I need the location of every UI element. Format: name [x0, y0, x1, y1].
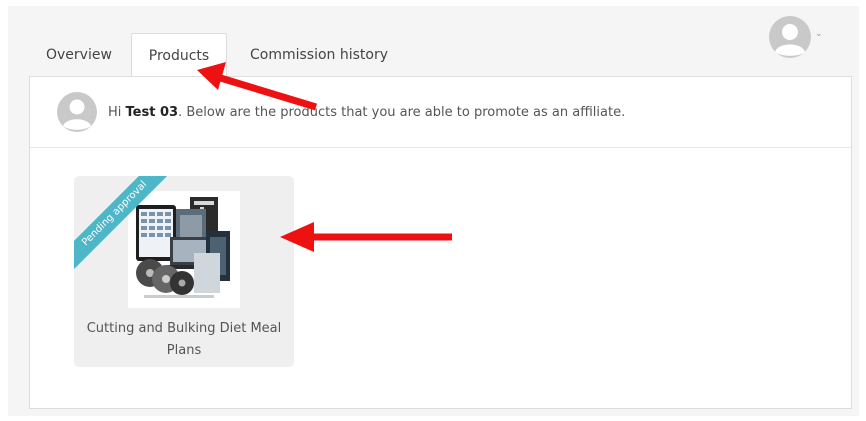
- account-menu[interactable]: ⌄: [768, 15, 823, 63]
- welcome-banner: Hi Test 03. Below are the products that …: [30, 77, 851, 148]
- tab-overview[interactable]: Overview: [29, 33, 131, 77]
- products-panel: Hi Test 03. Below are the products that …: [29, 76, 852, 409]
- welcome-greeting: Hi: [108, 104, 126, 120]
- welcome-username: Test 03: [125, 104, 179, 120]
- user-avatar-icon: [56, 91, 98, 133]
- user-avatar-icon: [768, 15, 812, 63]
- product-image: [128, 191, 240, 308]
- tab-bar: Overview Products Commission history: [29, 33, 388, 78]
- tab-products[interactable]: Products: [131, 33, 227, 78]
- tab-commission-history[interactable]: Commission history: [227, 33, 388, 77]
- welcome-text: Hi Test 03. Below are the products that …: [108, 105, 625, 120]
- product-card[interactable]: Pending approval Cutting and Bulking Die…: [74, 176, 294, 367]
- product-title[interactable]: Cutting and Bulking Diet Meal Plans: [74, 318, 294, 362]
- welcome-message: . Below are the products that you are ab…: [178, 104, 626, 120]
- chevron-down-icon: ⌄: [815, 29, 823, 39]
